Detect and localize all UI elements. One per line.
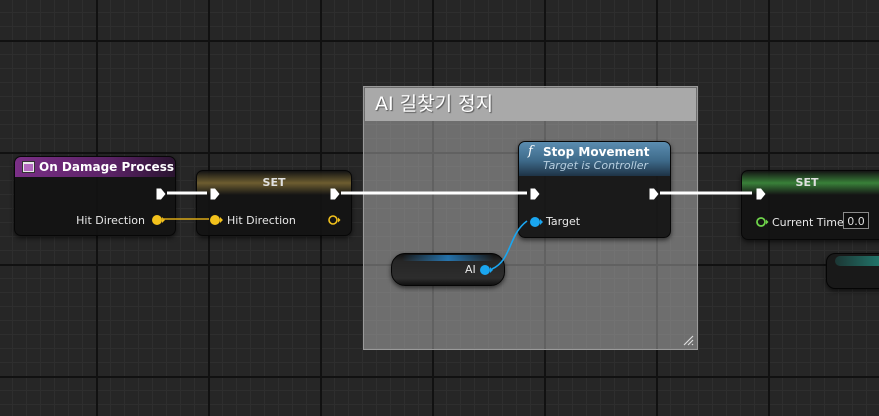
current-time-value-input[interactable]: 0.0	[843, 212, 869, 229]
partial-node-offscreen[interactable]	[826, 253, 879, 289]
current-time-input-label: Current Time	[772, 216, 844, 229]
function-node-subtitle: Target is Controller	[543, 159, 649, 172]
object-in-pin-icon[interactable]	[529, 216, 543, 228]
partial-node-header	[835, 256, 879, 266]
event-icon	[22, 161, 35, 173]
set-node-2-title: SET	[795, 176, 819, 189]
vector-in-pin-icon[interactable]	[209, 214, 223, 226]
vector-out-pin-hollow-icon[interactable]	[327, 214, 341, 226]
exec-in-pin-icon[interactable]	[530, 188, 540, 200]
hit-direction-input-label: Hit Direction	[227, 214, 296, 227]
function-node-header: f Stop Movement Target is Controller	[519, 142, 670, 176]
exec-in-pin-icon[interactable]	[210, 188, 220, 200]
variable-glow	[402, 255, 494, 261]
object-out-pin-icon[interactable]	[479, 264, 493, 276]
event-node-header: On Damage Process	[15, 157, 175, 177]
hit-direction-output-label: Hit Direction	[76, 214, 145, 227]
float-in-pin-icon[interactable]	[755, 216, 769, 228]
set-node-hit-direction[interactable]: SET Hit Direction	[196, 170, 352, 236]
exec-out-pin-icon[interactable]	[156, 188, 166, 200]
resize-handle-icon[interactable]	[682, 334, 694, 346]
function-node-title: Stop Movement	[543, 145, 650, 159]
comment-title[interactable]: AI 길찾기 정지	[365, 88, 696, 121]
target-input-label: Target	[546, 215, 581, 228]
ai-variable-label: AI	[465, 263, 476, 276]
function-f-icon: f	[528, 144, 533, 159]
ai-variable-node[interactable]: AI	[391, 253, 505, 286]
vector-out-pin-icon[interactable]	[151, 214, 165, 226]
set-node-title: SET	[262, 176, 286, 189]
exec-in-pin-icon[interactable]	[756, 188, 766, 200]
function-node-stop-movement[interactable]: f Stop Movement Target is Controller Tar…	[518, 141, 671, 238]
event-node-title: On Damage Process	[39, 160, 174, 174]
set-node-header: SET	[197, 171, 351, 195]
exec-out-pin-icon[interactable]	[330, 188, 340, 200]
event-node-on-damage-process[interactable]: On Damage Process Hit Direction	[14, 156, 176, 236]
exec-out-pin-icon[interactable]	[649, 188, 659, 200]
